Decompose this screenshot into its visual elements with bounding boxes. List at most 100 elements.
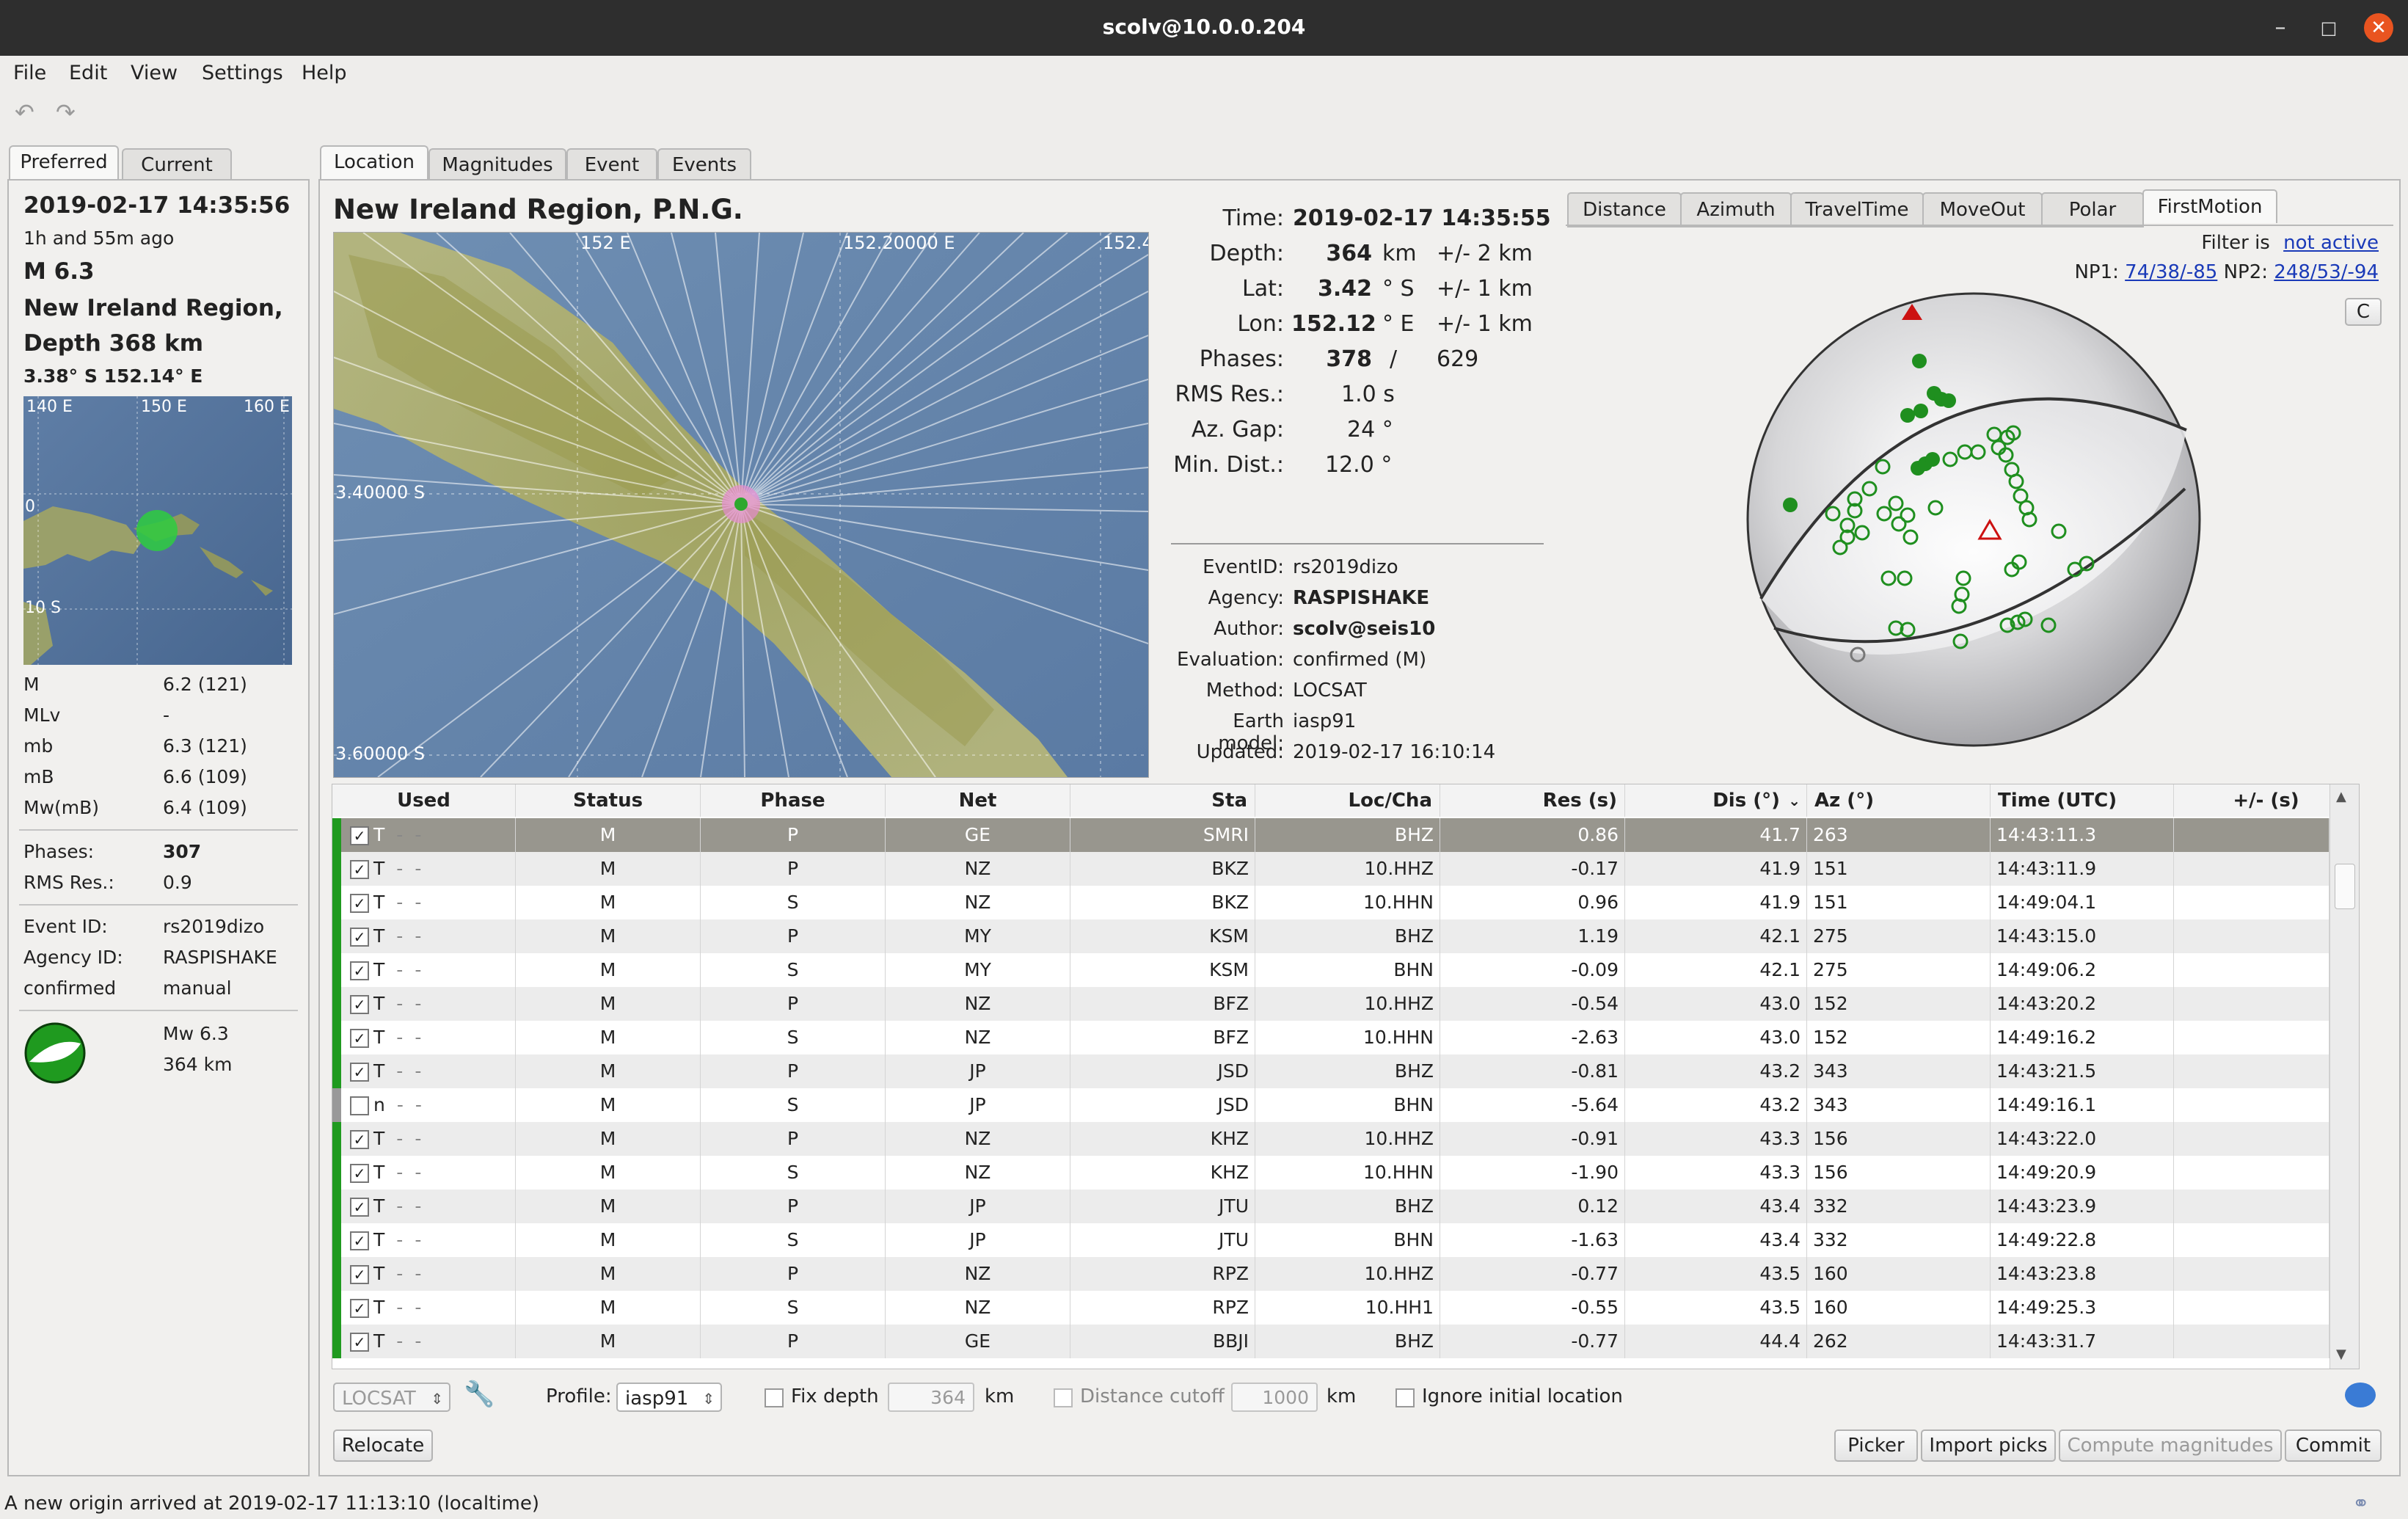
use-pick-checkbox[interactable]: ✓ — [350, 826, 369, 845]
table-scrollbar[interactable]: ▲ ▼ — [2329, 784, 2359, 1369]
table-row[interactable]: ✓ T - - M P GE SMRI BHZ 0.86 41.7 263 14:43:11.3 — [332, 818, 2359, 852]
col-header-res[interactable]: Res (s) — [1440, 784, 1625, 817]
minimize-button[interactable]: – — [2266, 13, 2295, 43]
tab-location[interactable]: Location — [320, 145, 428, 181]
picker-button[interactable]: Picker — [1834, 1429, 1918, 1462]
use-pick-checkbox[interactable]: ✓ — [350, 1164, 369, 1183]
region-summary: New Ireland Region, P — [23, 295, 292, 321]
use-pick-checkbox[interactable]: ✓ — [350, 1029, 369, 1048]
maximize-button[interactable]: □ — [2314, 13, 2343, 43]
locator-select[interactable]: LOCSAT ⇕ — [333, 1383, 450, 1412]
distance-cutoff-checkbox[interactable] — [1054, 1388, 1073, 1407]
table-row[interactable]: ✓ T - - M P GE BBJI BHZ -0.77 44.4 262 14:43:31.7 — [332, 1325, 2359, 1358]
tab-event[interactable]: Event — [566, 148, 657, 181]
tab-events[interactable]: Events — [657, 148, 751, 181]
tab-magnitudes[interactable]: Magnitudes — [428, 148, 566, 181]
cell-unc — [2174, 987, 2329, 1021]
fix-depth-checkbox[interactable] — [765, 1388, 784, 1407]
table-row[interactable]: ✓ T - - M P MY KSM BHZ 1.19 42.1 275 14:43:15.0 — [332, 919, 2359, 953]
redo-icon[interactable]: ↷ — [56, 98, 76, 126]
cell-net: NZ — [886, 987, 1070, 1021]
use-pick-checkbox[interactable]: ✓ — [350, 1198, 369, 1217]
table-row[interactable]: ✓ T - - M P NZ KHZ 10.HHZ -0.91 43.3 156 14:43:22.0 — [332, 1122, 2359, 1156]
table-row[interactable]: ✓ T - - M S NZ KHZ 10.HHN -1.90 43.3 156 14:49:20.9 — [332, 1156, 2359, 1190]
col-header-az[interactable]: Az (°) — [1807, 784, 1991, 817]
tab-preferred[interactable]: Preferred — [9, 145, 119, 181]
cell-sta: JTU — [1070, 1190, 1255, 1223]
col-header-time[interactable]: Time (UTC) — [1991, 784, 2174, 817]
cell-dis: 43.3 — [1625, 1122, 1807, 1156]
scrollbar-thumb[interactable] — [2335, 864, 2355, 909]
table-row[interactable]: ✓ T - - M S NZ RPZ 10.HH1 -0.55 43.5 160 14:49:25.3 — [332, 1291, 2359, 1325]
undo-icon[interactable]: ↶ — [15, 98, 34, 126]
col-header-sta[interactable]: Sta — [1070, 784, 1255, 817]
use-pick-checkbox[interactable]: ✓ — [350, 1333, 369, 1352]
compute-magnitudes-button[interactable]: Compute magnitudes — [2059, 1429, 2282, 1462]
tab-traveltime[interactable]: TravelTime — [1790, 192, 1924, 227]
use-pick-checkbox[interactable]: ✓ — [350, 1231, 369, 1250]
tab-firstmotion[interactable]: FirstMotion — [2142, 189, 2277, 223]
col-header-net[interactable]: Net — [886, 784, 1070, 817]
use-pick-checkbox[interactable]: ✓ — [350, 928, 369, 947]
menu-help[interactable]: Help — [302, 62, 347, 84]
col-header-used[interactable]: Used — [332, 784, 516, 817]
menu-view[interactable]: View — [131, 62, 178, 84]
location-map[interactable]: 152 E 152.20000 E 152.4 3.40000 S 3.6000… — [333, 232, 1149, 778]
filter-toggle-link[interactable]: not active — [2283, 232, 2379, 254]
use-pick-checkbox[interactable]: ✓ — [350, 1299, 369, 1318]
col-header-dis[interactable]: Dis (°) ⌄ — [1625, 784, 1807, 817]
wrench-icon[interactable]: 🔧 — [464, 1380, 495, 1409]
overview-map[interactable]: 140 E 150 E 160 E 0 10 S — [23, 396, 292, 665]
cell-res: -2.63 — [1440, 1021, 1625, 1054]
use-pick-checkbox[interactable]: ✓ — [350, 1063, 369, 1082]
use-pick-checkbox[interactable]: ✓ — [350, 1265, 369, 1284]
chat-icon[interactable] — [2345, 1383, 2376, 1407]
table-row[interactable]: ✓ T - - M S MY KSM BHN -0.09 42.1 275 14:49:06.2 — [332, 953, 2359, 987]
use-pick-checkbox[interactable]: ✓ — [350, 1130, 369, 1149]
use-pick-checkbox[interactable]: ✓ — [350, 860, 369, 879]
fm-options-button[interactable]: C — [2345, 298, 2382, 326]
tab-current[interactable]: Current — [122, 148, 232, 181]
menu-file[interactable]: File — [13, 62, 46, 84]
tab-distance[interactable]: Distance — [1567, 192, 1682, 227]
cell-used: ✓ T - - — [332, 1223, 516, 1257]
close-button[interactable]: ✕ — [2364, 13, 2393, 43]
arrival-table[interactable]: Used Status Phase Net Sta Loc/Cha Res (s… — [332, 784, 2360, 1369]
np2-link[interactable]: 248/53/-94 — [2274, 261, 2379, 283]
import-picks-button[interactable]: Import picks — [1921, 1429, 2056, 1462]
fix-depth-input[interactable]: 364 — [888, 1383, 974, 1412]
table-row[interactable]: ✓ T - - M P JP JTU BHZ 0.12 43.4 332 14:43:23.9 — [332, 1190, 2359, 1223]
first-motion-plot[interactable] — [1745, 291, 2203, 748]
col-header-phase[interactable]: Phase — [701, 784, 886, 817]
scroll-up-icon[interactable]: ▲ — [2336, 789, 2346, 804]
cell-net: MY — [886, 953, 1070, 987]
table-row[interactable]: ✓ T - - M P NZ BKZ 10.HHZ -0.17 41.9 151 14:43:11.9 — [332, 852, 2359, 886]
col-header-loccha[interactable]: Loc/Cha — [1255, 784, 1440, 817]
ignore-initial-location-checkbox[interactable] — [1395, 1388, 1415, 1407]
menu-settings[interactable]: Settings — [202, 62, 283, 84]
tab-polar[interactable]: Polar — [2041, 192, 2144, 227]
use-pick-checkbox[interactable] — [350, 1096, 369, 1115]
table-row[interactable]: n - - M S JP JSD BHN -5.64 43.2 343 14:49:16.1 — [332, 1088, 2359, 1122]
menu-edit[interactable]: Edit — [69, 62, 107, 84]
table-row[interactable]: ✓ T - - M P NZ RPZ 10.HHZ -0.77 43.5 160 14:43:23.8 — [332, 1257, 2359, 1291]
table-row[interactable]: ✓ T - - M P JP JSD BHZ -0.81 43.2 343 14:43:21.5 — [332, 1054, 2359, 1088]
use-pick-checkbox[interactable]: ✓ — [350, 995, 369, 1014]
distance-cutoff-input[interactable]: 1000 — [1231, 1383, 1318, 1412]
commit-button[interactable]: Commit — [2285, 1429, 2382, 1462]
scroll-down-icon[interactable]: ▼ — [2336, 1347, 2346, 1362]
table-row[interactable]: ✓ T - - M P NZ BFZ 10.HHZ -0.54 43.0 152 14:43:20.2 — [332, 987, 2359, 1021]
cell-used: ✓ T - - — [332, 919, 516, 953]
profile-select[interactable]: iasp91 ⇕ — [616, 1383, 722, 1412]
use-pick-checkbox[interactable]: ✓ — [350, 961, 369, 980]
col-header-status[interactable]: Status — [516, 784, 701, 817]
use-pick-checkbox[interactable]: ✓ — [350, 894, 369, 913]
relocate-button[interactable]: Relocate — [333, 1429, 433, 1462]
table-row[interactable]: ✓ T - - M S JP JTU BHN -1.63 43.4 332 14:49:22.8 — [332, 1223, 2359, 1257]
tab-moveout[interactable]: MoveOut — [1922, 192, 2043, 227]
table-row[interactable]: ✓ T - - M S NZ BKZ 10.HHN 0.96 41.9 151 14:49:04.1 — [332, 886, 2359, 919]
cell-phase: P — [701, 987, 886, 1021]
np1-link[interactable]: 74/38/-85 — [2125, 261, 2217, 283]
table-row[interactable]: ✓ T - - M S NZ BFZ 10.HHN -2.63 43.0 152 14:49:16.2 — [332, 1021, 2359, 1054]
tab-azimuth[interactable]: Azimuth — [1680, 192, 1792, 227]
